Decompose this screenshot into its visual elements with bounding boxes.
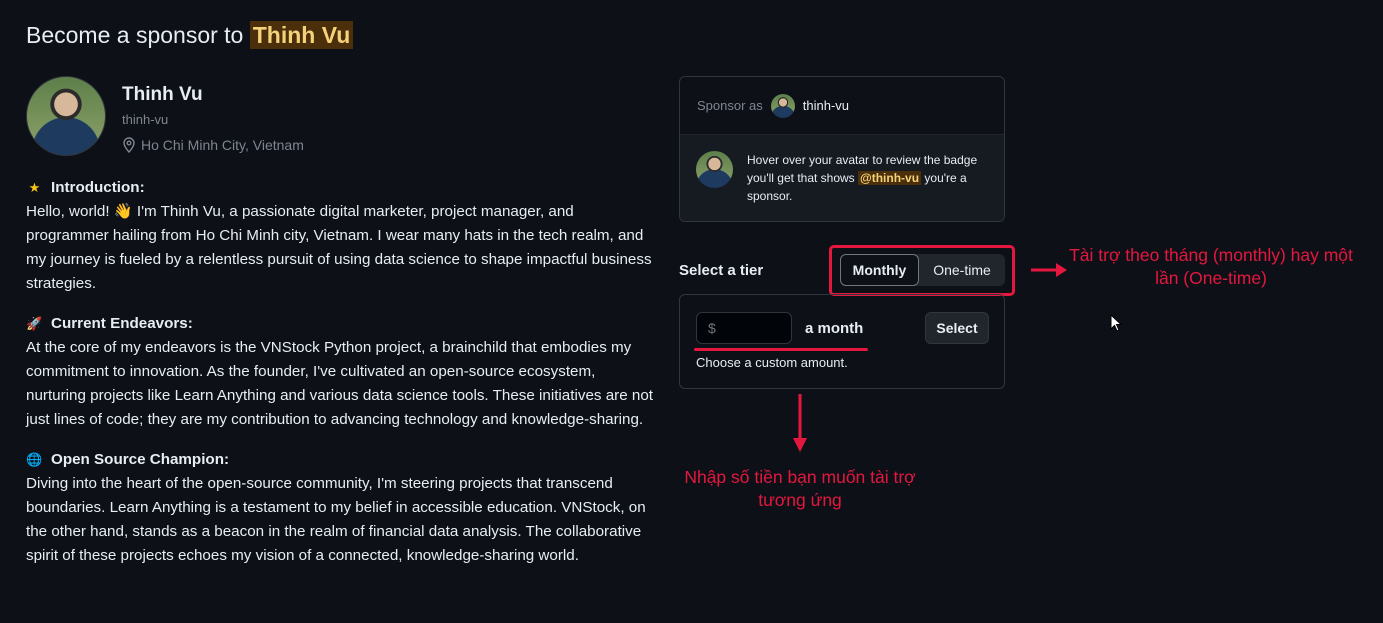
select-tier-label: Select a tier — [679, 262, 764, 279]
profile-avatar[interactable] — [26, 76, 106, 156]
bio-section-text: Hello, world! 👋 I'm Thinh Vu, a passiona… — [26, 203, 652, 292]
annotation-tier-note: Tài trợ theo tháng (monthly) hay một lần… — [1069, 245, 1353, 288]
profile-location: Ho Chi Minh City, Vietnam — [122, 137, 304, 153]
annotation-highlight-box — [829, 245, 1015, 296]
sponsor-as-label: Sponsor as — [697, 98, 763, 113]
bio-section-title: Open Source Champion: — [51, 451, 230, 468]
bio: ★ Introduction: Hello, world! 👋 I'm Thin… — [26, 176, 656, 584]
bio-section-open-source: 🌐 Open Source Champion: Diving into the … — [26, 448, 656, 568]
sponsor-as-card: Sponsor as thinh-vu Hover over your avat… — [679, 76, 1005, 222]
annotation-arrow-down-icon — [793, 394, 807, 452]
annotation-amount-note: Nhập số tiền bạn muốn tài trợ tương ứng — [684, 467, 916, 510]
custom-amount-hint: Choose a custom amount. — [696, 355, 848, 370]
profile-name[interactable]: Thinh Vu — [122, 84, 203, 106]
badge-hint: Hover over your avatar to review the bad… — [680, 135, 1004, 221]
a-month-label: a month — [805, 320, 864, 337]
select-button[interactable]: Select — [925, 312, 989, 344]
custom-amount-card: a month Select Choose a custom amount. — [679, 294, 1005, 389]
sponsor-avatar[interactable] — [770, 93, 795, 118]
rocket-icon: 🚀 — [26, 316, 43, 331]
page-title-name: Thinh Vu — [249, 21, 354, 49]
bio-section-introduction: ★ Introduction: Hello, world! 👋 I'm Thin… — [26, 176, 656, 296]
globe-icon: 🌐 — [26, 452, 43, 467]
bio-section-text: At the core of my endeavors is the VNSto… — [26, 339, 653, 428]
sponsor-login: thinh-vu — [802, 98, 850, 113]
badge-avatar[interactable] — [696, 151, 733, 188]
annotation-arrow-right-icon — [1031, 263, 1067, 277]
badge-hint-text: Hover over your avatar to review the bad… — [747, 153, 978, 203]
page-title-prefix: Become a sponsor to — [26, 22, 244, 48]
bio-section-text: Diving into the heart of the open-source… — [26, 475, 646, 564]
profile-login: thinh-vu — [122, 112, 169, 127]
sponsor-as-row: Sponsor as thinh-vu — [680, 77, 1004, 135]
page-title: Become a sponsor to Thinh Vu — [26, 21, 354, 49]
location-pin-icon — [123, 137, 135, 153]
mouse-cursor-icon — [1110, 314, 1122, 332]
profile-location-text: Ho Chi Minh City, Vietnam — [141, 137, 304, 153]
star-icon: ★ — [28, 180, 41, 195]
bio-section-endeavors: 🚀 Current Endeavors: At the core of my e… — [26, 312, 656, 432]
bio-section-title: Current Endeavors: — [51, 315, 193, 332]
bio-section-title: Introduction: — [51, 179, 145, 196]
amount-input[interactable] — [696, 312, 792, 344]
annotation-underline — [694, 348, 868, 351]
badge-mention: @thinh-vu — [858, 171, 922, 185]
